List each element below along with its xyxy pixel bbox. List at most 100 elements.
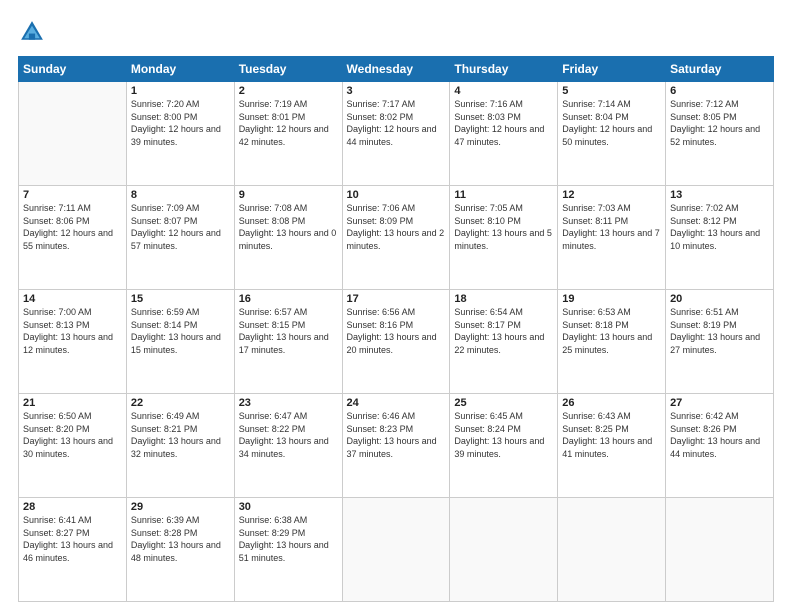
day-number: 24	[347, 397, 446, 409]
day-info: Sunrise: 6:50 AMSunset: 8:20 PMDaylight:…	[23, 410, 122, 460]
day-cell: 17Sunrise: 6:56 AMSunset: 8:16 PMDayligh…	[342, 290, 450, 394]
logo-icon	[18, 18, 46, 46]
day-info: Sunrise: 7:17 AMSunset: 8:02 PMDaylight:…	[347, 98, 446, 148]
day-info: Sunrise: 6:43 AMSunset: 8:25 PMDaylight:…	[562, 410, 661, 460]
day-info: Sunrise: 7:19 AMSunset: 8:01 PMDaylight:…	[239, 98, 338, 148]
day-cell: 11Sunrise: 7:05 AMSunset: 8:10 PMDayligh…	[450, 186, 558, 290]
day-number: 7	[23, 189, 122, 201]
day-number: 28	[23, 501, 122, 513]
day-info: Sunrise: 7:16 AMSunset: 8:03 PMDaylight:…	[454, 98, 553, 148]
day-number: 1	[131, 85, 230, 97]
day-cell	[666, 498, 774, 602]
day-number: 9	[239, 189, 338, 201]
day-cell: 5Sunrise: 7:14 AMSunset: 8:04 PMDaylight…	[558, 82, 666, 186]
day-info: Sunrise: 7:20 AMSunset: 8:00 PMDaylight:…	[131, 98, 230, 148]
weekday-header-row: SundayMondayTuesdayWednesdayThursdayFrid…	[19, 57, 774, 82]
day-cell: 28Sunrise: 6:41 AMSunset: 8:27 PMDayligh…	[19, 498, 127, 602]
day-cell: 26Sunrise: 6:43 AMSunset: 8:25 PMDayligh…	[558, 394, 666, 498]
day-number: 21	[23, 397, 122, 409]
day-info: Sunrise: 6:57 AMSunset: 8:15 PMDaylight:…	[239, 306, 338, 356]
day-info: Sunrise: 6:42 AMSunset: 8:26 PMDaylight:…	[670, 410, 769, 460]
day-cell: 2Sunrise: 7:19 AMSunset: 8:01 PMDaylight…	[234, 82, 342, 186]
day-cell: 9Sunrise: 7:08 AMSunset: 8:08 PMDaylight…	[234, 186, 342, 290]
day-info: Sunrise: 6:41 AMSunset: 8:27 PMDaylight:…	[23, 514, 122, 564]
day-info: Sunrise: 6:47 AMSunset: 8:22 PMDaylight:…	[239, 410, 338, 460]
day-cell: 23Sunrise: 6:47 AMSunset: 8:22 PMDayligh…	[234, 394, 342, 498]
day-info: Sunrise: 7:02 AMSunset: 8:12 PMDaylight:…	[670, 202, 769, 252]
day-info: Sunrise: 7:11 AMSunset: 8:06 PMDaylight:…	[23, 202, 122, 252]
day-cell: 7Sunrise: 7:11 AMSunset: 8:06 PMDaylight…	[19, 186, 127, 290]
day-info: Sunrise: 6:51 AMSunset: 8:19 PMDaylight:…	[670, 306, 769, 356]
day-cell	[558, 498, 666, 602]
day-cell: 13Sunrise: 7:02 AMSunset: 8:12 PMDayligh…	[666, 186, 774, 290]
week-row-1: 1Sunrise: 7:20 AMSunset: 8:00 PMDaylight…	[19, 82, 774, 186]
day-cell: 14Sunrise: 7:00 AMSunset: 8:13 PMDayligh…	[19, 290, 127, 394]
day-cell: 8Sunrise: 7:09 AMSunset: 8:07 PMDaylight…	[126, 186, 234, 290]
day-number: 20	[670, 293, 769, 305]
day-info: Sunrise: 7:05 AMSunset: 8:10 PMDaylight:…	[454, 202, 553, 252]
day-cell	[342, 498, 450, 602]
day-cell: 20Sunrise: 6:51 AMSunset: 8:19 PMDayligh…	[666, 290, 774, 394]
day-cell: 16Sunrise: 6:57 AMSunset: 8:15 PMDayligh…	[234, 290, 342, 394]
day-number: 25	[454, 397, 553, 409]
week-row-3: 14Sunrise: 7:00 AMSunset: 8:13 PMDayligh…	[19, 290, 774, 394]
day-cell: 15Sunrise: 6:59 AMSunset: 8:14 PMDayligh…	[126, 290, 234, 394]
day-number: 29	[131, 501, 230, 513]
day-cell: 1Sunrise: 7:20 AMSunset: 8:00 PMDaylight…	[126, 82, 234, 186]
day-cell: 29Sunrise: 6:39 AMSunset: 8:28 PMDayligh…	[126, 498, 234, 602]
calendar-table: SundayMondayTuesdayWednesdayThursdayFrid…	[18, 56, 774, 602]
day-info: Sunrise: 6:45 AMSunset: 8:24 PMDaylight:…	[454, 410, 553, 460]
day-number: 2	[239, 85, 338, 97]
day-info: Sunrise: 7:08 AMSunset: 8:08 PMDaylight:…	[239, 202, 338, 252]
day-number: 3	[347, 85, 446, 97]
day-number: 13	[670, 189, 769, 201]
day-cell: 6Sunrise: 7:12 AMSunset: 8:05 PMDaylight…	[666, 82, 774, 186]
weekday-header-saturday: Saturday	[666, 57, 774, 82]
day-info: Sunrise: 7:00 AMSunset: 8:13 PMDaylight:…	[23, 306, 122, 356]
day-info: Sunrise: 6:49 AMSunset: 8:21 PMDaylight:…	[131, 410, 230, 460]
day-info: Sunrise: 7:06 AMSunset: 8:09 PMDaylight:…	[347, 202, 446, 252]
week-row-4: 21Sunrise: 6:50 AMSunset: 8:20 PMDayligh…	[19, 394, 774, 498]
day-number: 6	[670, 85, 769, 97]
day-info: Sunrise: 7:09 AMSunset: 8:07 PMDaylight:…	[131, 202, 230, 252]
weekday-header-thursday: Thursday	[450, 57, 558, 82]
day-info: Sunrise: 7:12 AMSunset: 8:05 PMDaylight:…	[670, 98, 769, 148]
day-cell: 30Sunrise: 6:38 AMSunset: 8:29 PMDayligh…	[234, 498, 342, 602]
day-cell: 12Sunrise: 7:03 AMSunset: 8:11 PMDayligh…	[558, 186, 666, 290]
day-info: Sunrise: 6:56 AMSunset: 8:16 PMDaylight:…	[347, 306, 446, 356]
day-number: 17	[347, 293, 446, 305]
day-info: Sunrise: 6:59 AMSunset: 8:14 PMDaylight:…	[131, 306, 230, 356]
weekday-header-wednesday: Wednesday	[342, 57, 450, 82]
day-cell: 4Sunrise: 7:16 AMSunset: 8:03 PMDaylight…	[450, 82, 558, 186]
day-number: 23	[239, 397, 338, 409]
day-number: 5	[562, 85, 661, 97]
day-info: Sunrise: 6:38 AMSunset: 8:29 PMDaylight:…	[239, 514, 338, 564]
day-number: 11	[454, 189, 553, 201]
weekday-header-tuesday: Tuesday	[234, 57, 342, 82]
day-info: Sunrise: 6:54 AMSunset: 8:17 PMDaylight:…	[454, 306, 553, 356]
day-cell: 25Sunrise: 6:45 AMSunset: 8:24 PMDayligh…	[450, 394, 558, 498]
day-cell: 10Sunrise: 7:06 AMSunset: 8:09 PMDayligh…	[342, 186, 450, 290]
day-number: 12	[562, 189, 661, 201]
day-number: 16	[239, 293, 338, 305]
weekday-header-friday: Friday	[558, 57, 666, 82]
day-info: Sunrise: 6:39 AMSunset: 8:28 PMDaylight:…	[131, 514, 230, 564]
day-number: 30	[239, 501, 338, 513]
page: SundayMondayTuesdayWednesdayThursdayFrid…	[0, 0, 792, 612]
day-info: Sunrise: 6:53 AMSunset: 8:18 PMDaylight:…	[562, 306, 661, 356]
day-number: 26	[562, 397, 661, 409]
weekday-header-monday: Monday	[126, 57, 234, 82]
day-cell: 27Sunrise: 6:42 AMSunset: 8:26 PMDayligh…	[666, 394, 774, 498]
day-number: 4	[454, 85, 553, 97]
day-number: 14	[23, 293, 122, 305]
day-cell: 22Sunrise: 6:49 AMSunset: 8:21 PMDayligh…	[126, 394, 234, 498]
logo	[18, 18, 50, 46]
day-number: 15	[131, 293, 230, 305]
week-row-2: 7Sunrise: 7:11 AMSunset: 8:06 PMDaylight…	[19, 186, 774, 290]
header	[18, 18, 774, 46]
day-number: 8	[131, 189, 230, 201]
day-cell	[19, 82, 127, 186]
day-cell: 21Sunrise: 6:50 AMSunset: 8:20 PMDayligh…	[19, 394, 127, 498]
week-row-5: 28Sunrise: 6:41 AMSunset: 8:27 PMDayligh…	[19, 498, 774, 602]
day-cell: 3Sunrise: 7:17 AMSunset: 8:02 PMDaylight…	[342, 82, 450, 186]
